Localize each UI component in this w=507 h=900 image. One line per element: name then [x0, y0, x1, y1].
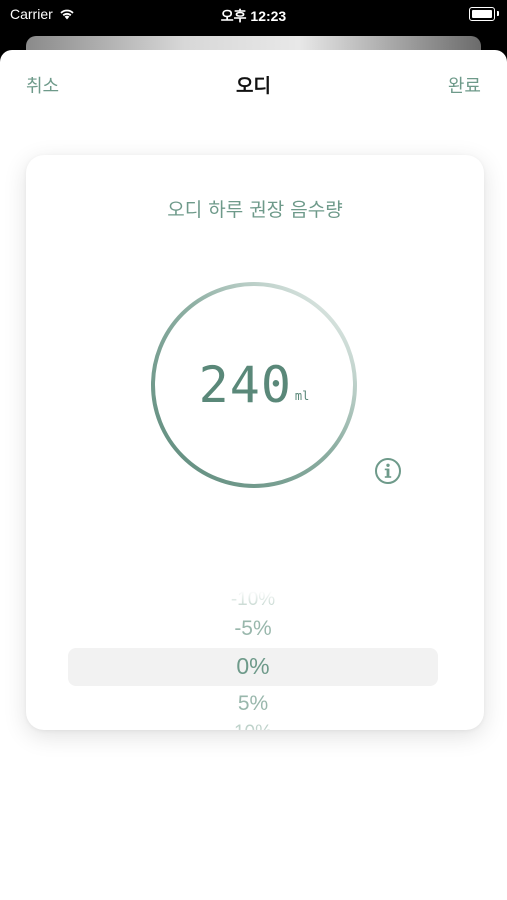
amount-value: 240 [198, 356, 292, 414]
card-title: 오디 하루 권장 음수량 [167, 199, 343, 221]
intake-ring: 240 ml [149, 280, 359, 490]
battery-icon [469, 7, 495, 21]
status-bar: Carrier 오후 12:23 [0, 0, 507, 30]
picker-option[interactable]: 5% [68, 692, 438, 716]
amount-display: 240 ml [149, 280, 359, 490]
nav-title: 오디 [236, 75, 271, 97]
picker-option[interactable]: -10% [68, 589, 438, 611]
picker-option[interactable]: -5% [68, 617, 438, 641]
amount-unit: ml [294, 389, 310, 403]
status-time: 오후 12:23 [220, 8, 287, 24]
done-button[interactable]: 완료 [448, 72, 481, 98]
picker-option-selected[interactable]: 0% [68, 653, 438, 680]
picker-option[interactable]: 10% [68, 722, 438, 730]
water-intake-card: 오디 하루 권장 음수량 240 ml -10% -5% 0% 5% [26, 155, 484, 730]
modal-sheet: 취소 오디 완료 오디 하루 권장 음수량 240 ml -10% -5% 0%… [0, 50, 507, 900]
battery-tip [497, 11, 499, 16]
adjustment-picker[interactable]: -10% -5% 0% 5% 10% [68, 583, 438, 730]
info-icon[interactable] [374, 457, 402, 485]
